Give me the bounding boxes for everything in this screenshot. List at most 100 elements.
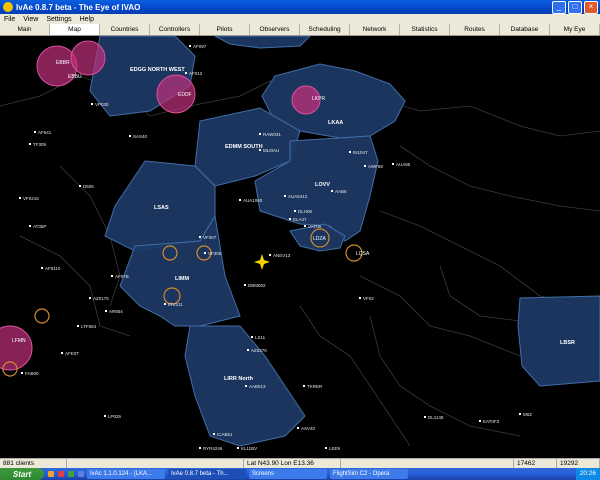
aircraft-icon[interactable] bbox=[259, 149, 261, 151]
task-opera[interactable]: FlightSim C2 - Opera bbox=[330, 469, 408, 479]
aircraft-icon[interactable] bbox=[185, 72, 187, 74]
aircraft-icon[interactable] bbox=[199, 447, 201, 449]
task-screens[interactable]: Screens bbox=[249, 469, 327, 479]
label-edgg-north-west: EDGG NORTH WEST bbox=[130, 67, 185, 73]
tab-routes[interactable]: Routes bbox=[450, 24, 500, 35]
aircraft-callsign: AF07B bbox=[115, 274, 129, 279]
aircraft-icon[interactable] bbox=[245, 385, 247, 387]
ring-amber-6[interactable] bbox=[34, 308, 50, 324]
aircraft-icon[interactable] bbox=[19, 197, 21, 199]
tab-map[interactable]: Map bbox=[50, 24, 100, 35]
tab-network[interactable]: Network bbox=[350, 24, 400, 35]
aircraft-icon[interactable] bbox=[331, 190, 333, 192]
aircraft-icon[interactable] bbox=[304, 225, 306, 227]
aircraft-icon[interactable] bbox=[164, 303, 166, 305]
ring-ebbu[interactable] bbox=[36, 45, 78, 87]
aircraft-icon[interactable] bbox=[79, 185, 81, 187]
tab-main[interactable]: Main bbox=[0, 24, 50, 35]
sector-lbsr[interactable] bbox=[517, 295, 600, 387]
aircraft-icon[interactable] bbox=[325, 447, 327, 449]
aircraft-icon[interactable] bbox=[129, 135, 131, 137]
aircraft-icon[interactable] bbox=[41, 267, 43, 269]
menu-view[interactable]: View bbox=[19, 16, 42, 23]
aircraft-icon[interactable] bbox=[104, 415, 106, 417]
aircraft-icon[interactable] bbox=[392, 163, 394, 165]
aircraft-callsign: AUA5412 bbox=[288, 194, 308, 199]
aircraft-icon[interactable] bbox=[204, 252, 206, 254]
aircraft-callsign: AZ5276 bbox=[251, 348, 267, 353]
aircraft-icon[interactable] bbox=[189, 45, 191, 47]
maximize-button[interactable]: □ bbox=[568, 0, 582, 14]
tab-database[interactable]: Database bbox=[500, 24, 550, 35]
selected-airport-icon[interactable] bbox=[254, 254, 270, 270]
opera-icon[interactable] bbox=[58, 471, 64, 477]
menu-help[interactable]: Help bbox=[76, 16, 98, 23]
label-lsas: LSAS bbox=[154, 205, 169, 211]
aircraft-icon[interactable] bbox=[29, 143, 31, 145]
tab-bar: Main Map Countries Controllers Pilots Ob… bbox=[0, 24, 600, 36]
aircraft-icon[interactable] bbox=[21, 372, 23, 374]
task-ivac[interactable]: IvAc 1.1.0.124 - (LKA... bbox=[87, 469, 165, 479]
aircraft-icon[interactable] bbox=[364, 165, 366, 167]
desktop-icon[interactable] bbox=[78, 471, 84, 477]
aircraft-icon[interactable] bbox=[269, 254, 271, 256]
aircraft-icon[interactable] bbox=[289, 218, 291, 220]
aircraft-icon[interactable] bbox=[479, 420, 481, 422]
tab-countries[interactable]: Countries bbox=[100, 24, 150, 35]
aircraft-callsign: ICAB51 bbox=[217, 432, 233, 437]
aircraft-icon[interactable] bbox=[111, 275, 113, 277]
aircraft-icon[interactable] bbox=[77, 325, 79, 327]
aircraft-callsign: EAT0F3 bbox=[483, 419, 500, 424]
aircraft-icon[interactable] bbox=[29, 225, 31, 227]
aircraft-icon[interactable] bbox=[349, 151, 351, 153]
start-button[interactable]: Start bbox=[0, 468, 44, 480]
aircraft-icon[interactable] bbox=[247, 349, 249, 351]
aircraft-icon[interactable] bbox=[297, 427, 299, 429]
aircraft-icon[interactable] bbox=[213, 433, 215, 435]
aircraft-icon[interactable] bbox=[199, 236, 201, 238]
aircraft-callsign: DL1148 bbox=[428, 415, 444, 420]
aircraft-icon[interactable] bbox=[34, 131, 36, 133]
aircraft-icon[interactable] bbox=[303, 385, 305, 387]
aircraft-icon[interactable] bbox=[251, 336, 253, 338]
aircraft-icon[interactable] bbox=[105, 310, 107, 312]
aircraft-icon[interactable] bbox=[359, 297, 361, 299]
quicklaunch-icon[interactable] bbox=[68, 471, 74, 477]
sector-edgg-top[interactable] bbox=[214, 36, 311, 49]
tab-observers[interactable]: Observers bbox=[250, 24, 300, 35]
firefox-icon[interactable] bbox=[48, 471, 54, 477]
aircraft-icon[interactable] bbox=[237, 447, 239, 449]
tab-pilots[interactable]: Pilots bbox=[200, 24, 250, 35]
aircraft-callsign: ASV40 bbox=[301, 426, 316, 431]
aircraft-icon[interactable] bbox=[61, 352, 63, 354]
aircraft-callsign: IRV211 bbox=[168, 302, 183, 307]
label-lbsr: LBSR bbox=[560, 340, 575, 346]
aircraft-icon[interactable] bbox=[91, 103, 93, 105]
minimize-button[interactable]: _ bbox=[552, 0, 566, 14]
aircraft-icon[interactable] bbox=[89, 297, 91, 299]
aircraft-callsign: LP025 bbox=[108, 414, 122, 419]
aircraft-icon[interactable] bbox=[284, 195, 286, 197]
aircraft-icon[interactable] bbox=[294, 210, 296, 212]
aircraft-callsign: M0Z bbox=[523, 412, 532, 417]
menu-settings[interactable]: Settings bbox=[42, 16, 75, 23]
tab-my-eye[interactable]: My Eye bbox=[550, 24, 600, 35]
tab-statistics[interactable]: Statistics bbox=[400, 24, 450, 35]
aircraft-icon[interactable] bbox=[239, 199, 241, 201]
map-canvas[interactable]: EDGG NORTH WEST LKAA EDMM SOUTH LOVV LSA… bbox=[0, 36, 600, 458]
map-svg[interactable]: EDGG NORTH WEST LKAA EDMM SOUTH LOVV LSA… bbox=[0, 36, 600, 458]
aircraft-icon[interactable] bbox=[259, 133, 261, 135]
aircraft-icon[interactable] bbox=[519, 413, 521, 415]
tab-scheduling[interactable]: Scheduling bbox=[300, 24, 350, 35]
aircraft-callsign: MLI0AU bbox=[263, 148, 279, 153]
ring-ebbr[interactable] bbox=[70, 40, 106, 76]
aircraft-icon[interactable] bbox=[424, 416, 426, 418]
aircraft-callsign: AAB013 bbox=[249, 384, 266, 389]
ring-lfmn[interactable] bbox=[0, 325, 33, 371]
aircraft-icon[interactable] bbox=[244, 284, 246, 286]
menu-file[interactable]: File bbox=[0, 16, 19, 23]
tab-controllers[interactable]: Controllers bbox=[150, 24, 200, 35]
close-button[interactable]: × bbox=[584, 0, 598, 14]
label-ldza: LDZA bbox=[313, 236, 326, 242]
task-ivae[interactable]: IvAe 0.8.7 beta - Th... bbox=[168, 469, 246, 479]
